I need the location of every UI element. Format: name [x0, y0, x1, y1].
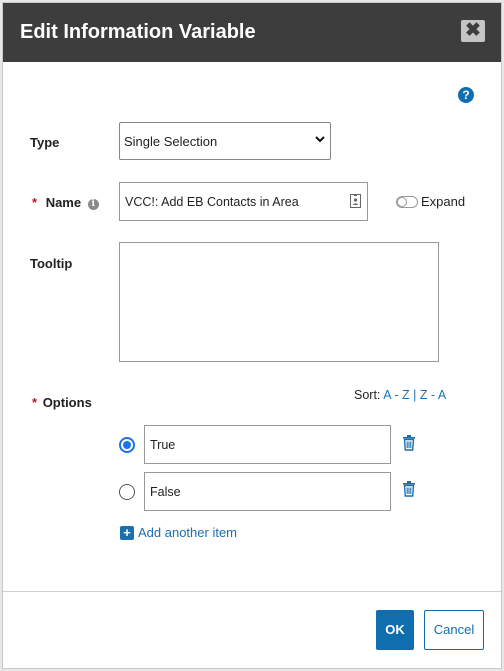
sort-az-link[interactable]: A - Z	[383, 388, 409, 402]
dialog-title: Edit Information Variable	[20, 21, 256, 43]
trash-icon[interactable]	[402, 435, 416, 451]
sort-za-link[interactable]: Z - A	[420, 388, 446, 402]
sort-separator: |	[413, 388, 417, 402]
name-label: Name	[45, 195, 82, 210]
edit-information-variable-dialog: Edit Information Variable ✖ ? Type Singl…	[2, 2, 502, 669]
tooltip-textarea[interactable]	[119, 242, 439, 362]
required-marker: *	[32, 195, 38, 210]
name-input[interactable]: VCC!: Add EB Contacts in Area	[119, 182, 368, 221]
footer-divider	[3, 591, 501, 592]
cancel-button[interactable]: Cancel	[424, 610, 484, 650]
name-input-value: VCC!: Add EB Contacts in Area	[125, 195, 299, 209]
contact-card-icon[interactable]	[350, 194, 361, 208]
option-value: True	[150, 438, 176, 452]
ok-button[interactable]: OK	[376, 610, 414, 650]
type-select[interactable]: Single Selection	[119, 122, 331, 160]
name-label-group: * Name i	[32, 195, 99, 210]
chevron-down-icon	[315, 136, 325, 143]
toggle-icon	[396, 195, 418, 208]
option-input-false[interactable]: False	[144, 472, 391, 511]
close-button[interactable]: ✖	[461, 20, 485, 42]
options-label-group: * Options	[32, 395, 92, 410]
add-another-item-label: Add another item	[138, 525, 238, 540]
info-icon[interactable]: i	[87, 199, 99, 210]
expand-label: Expand	[421, 194, 466, 209]
option-value: False	[150, 485, 181, 499]
options-label: Options	[42, 395, 92, 410]
dialog-header: Edit Information Variable ✖	[3, 3, 501, 62]
required-marker: *	[32, 395, 38, 410]
plus-icon: +	[120, 525, 134, 540]
tooltip-label: Tooltip	[30, 256, 73, 271]
trash-icon[interactable]	[402, 481, 416, 497]
option-radio-true[interactable]	[119, 437, 135, 453]
sort-label: Sort:	[354, 388, 381, 402]
type-select-value: Single Selection	[124, 134, 218, 149]
add-another-item-link[interactable]: + Add another item	[120, 525, 237, 540]
type-label: Type	[30, 135, 60, 150]
option-radio-false[interactable]	[119, 484, 135, 500]
help-icon[interactable]: ?	[458, 87, 474, 103]
option-input-true[interactable]: True	[144, 425, 391, 464]
sort-controls: Sort: A - Z | Z - A	[354, 388, 446, 402]
expand-toggle[interactable]: Expand	[396, 194, 465, 209]
close-icon: ✖	[465, 20, 481, 41]
